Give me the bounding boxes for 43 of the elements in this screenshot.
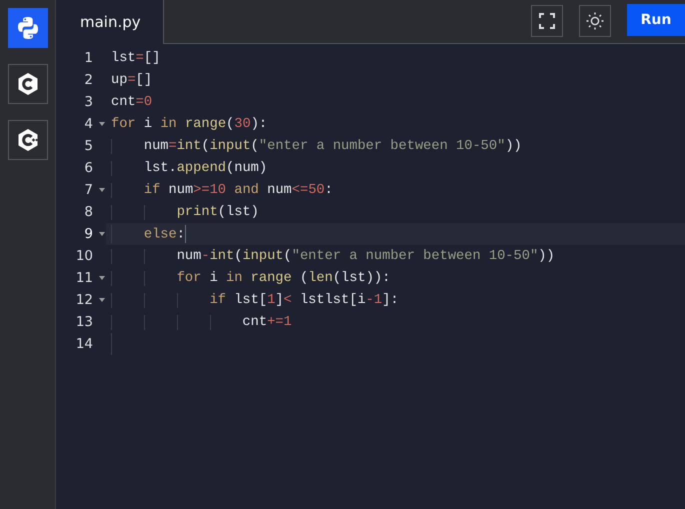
code-line: print(lst) xyxy=(111,204,259,220)
line-number: 8 xyxy=(83,204,93,220)
line-number: 7 xyxy=(83,182,93,198)
theme-button[interactable] xyxy=(579,5,611,37)
fullscreen-icon xyxy=(539,13,555,29)
line-number: 9 xyxy=(83,226,93,242)
line-number: 5 xyxy=(83,138,93,154)
line-number: 11 xyxy=(74,270,93,286)
language-button[interactable] xyxy=(8,64,48,104)
line-number: 10 xyxy=(74,248,93,264)
run-button[interactable]: Run xyxy=(627,4,685,36)
line-number: 6 xyxy=(83,160,93,176)
fold-arrow-icon[interactable] xyxy=(99,188,105,192)
fold-arrow-icon[interactable] xyxy=(99,122,105,126)
code-line: if lst[1]< lstlst[i-1]: xyxy=(111,292,399,308)
python-logo-icon xyxy=(16,16,40,40)
c-logo-icon xyxy=(16,72,38,96)
line-number: 12 xyxy=(74,292,93,308)
code-line: cnt=0 xyxy=(111,94,152,110)
code-line: for i in range(30): xyxy=(111,116,268,132)
fold-arrow-icon[interactable] xyxy=(99,276,105,280)
fold-arrow-icon[interactable] xyxy=(99,232,105,236)
file-tab[interactable]: main.py xyxy=(56,0,164,44)
code-line: else: xyxy=(111,225,186,243)
code-line: lst.append(num) xyxy=(111,160,268,176)
c-plus-plus-logo-icon xyxy=(16,128,38,152)
code-line: if num>=10 and num<=50: xyxy=(111,182,333,198)
fullscreen-button[interactable] xyxy=(531,5,563,37)
line-number: 4 xyxy=(83,116,93,132)
code-line: cnt+=1 xyxy=(111,314,292,330)
line-number: 14 xyxy=(74,336,93,352)
code-line: num=int(input("enter a number between 10-50")) xyxy=(111,138,522,154)
line-number: 13 xyxy=(74,314,93,330)
fold-arrow-icon[interactable] xyxy=(99,298,105,302)
code-line: num-int(input("enter a number between 10-50")) xyxy=(111,248,555,264)
code-line: up=[] xyxy=(111,72,152,88)
code-line: for i in range (len(lst)): xyxy=(111,270,390,286)
language-button[interactable] xyxy=(8,120,48,160)
code-line: lst=[] xyxy=(111,50,160,66)
line-number: 3 xyxy=(83,94,93,110)
line-number: 1 xyxy=(83,50,93,66)
line-number: 2 xyxy=(83,72,93,88)
sun-icon xyxy=(586,12,604,30)
